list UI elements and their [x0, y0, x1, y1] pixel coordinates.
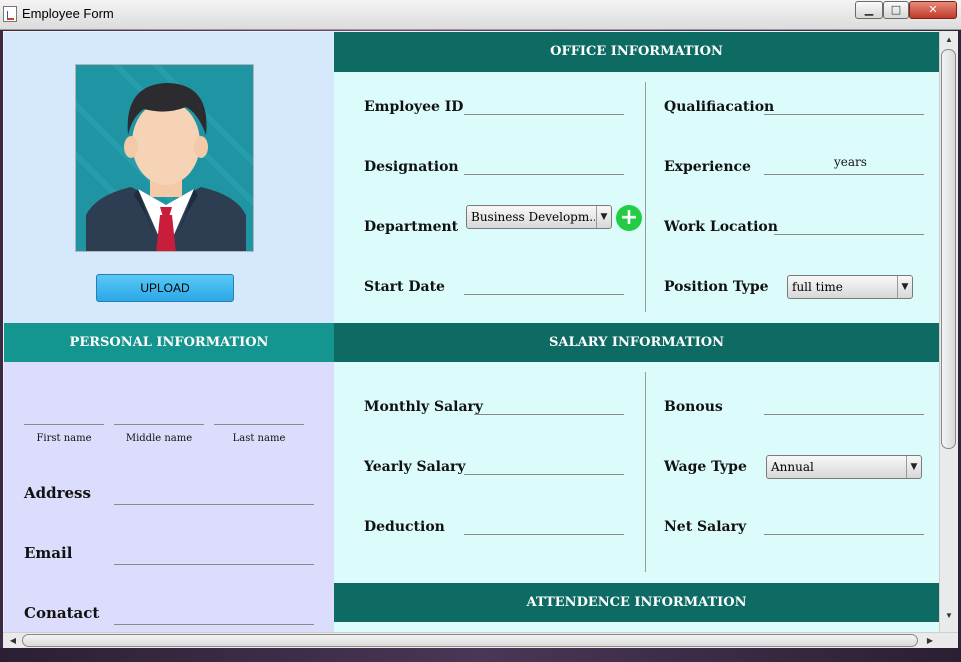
qualification-label: Qualifiacation [664, 99, 775, 115]
add-department-button[interactable]: + [616, 205, 642, 231]
deduction-field[interactable] [464, 534, 624, 535]
salary-information-panel: Monthly Salary Yearly Salary Deduction B… [334, 362, 939, 583]
scroll-up-icon[interactable]: ▲ [942, 33, 956, 47]
maximize-button[interactable]: □ [883, 1, 909, 19]
yearly-salary-label: Yearly Salary [364, 459, 466, 475]
chevron-down-icon: ▼ [596, 206, 611, 228]
employee-avatar-icon [75, 64, 254, 252]
wage-type-select[interactable]: Annual ▼ [766, 455, 922, 479]
contact-label: Conatact [24, 604, 100, 622]
deduction-label: Deduction [364, 519, 445, 535]
desktop-background-strip [0, 648, 961, 662]
attendance-information-header: ATTENDENCE INFORMATION [334, 583, 939, 622]
personal-information-panel: First name Middle name Last name Address… [4, 362, 334, 648]
photo-panel: UPLOAD [4, 32, 334, 323]
wage-type-select-value: Annual [771, 460, 814, 474]
employee-id-field[interactable] [464, 114, 624, 115]
scroll-left-icon[interactable]: ◀ [6, 634, 20, 648]
chevron-down-icon: ▼ [897, 276, 912, 298]
first-name-field[interactable] [24, 424, 104, 425]
vertical-scroll-thumb[interactable] [941, 49, 956, 449]
java-app-icon [3, 6, 17, 22]
start-date-label: Start Date [364, 279, 445, 295]
contact-field[interactable] [114, 624, 314, 625]
first-name-label: First name [36, 433, 92, 444]
personal-information-header: PERSONAL INFORMATION [4, 323, 334, 362]
address-field[interactable] [114, 504, 314, 505]
vertical-scrollbar[interactable]: ▲ ▼ [939, 31, 958, 632]
bonus-label: Bonous [664, 399, 723, 415]
last-name-field[interactable] [214, 424, 304, 425]
experience-unit-label: years [834, 155, 867, 169]
designation-field[interactable] [464, 174, 624, 175]
column-divider [645, 372, 646, 572]
last-name-label: Last name [232, 433, 286, 444]
work-location-field[interactable] [774, 234, 924, 235]
middle-name-label: Middle name [125, 433, 193, 444]
net-salary-field[interactable] [764, 534, 924, 535]
position-type-select-value: full time [792, 280, 843, 294]
horizontal-scroll-thumb[interactable] [22, 634, 918, 647]
monthly-salary-label: Monthly Salary [364, 399, 484, 415]
start-date-field[interactable] [464, 294, 624, 295]
office-information-header: OFFICE INFORMATION [334, 32, 939, 72]
experience-label: Experience [664, 159, 751, 175]
office-information-panel: Employee ID Designation Department Busin… [334, 72, 939, 323]
title-bar: Employee Form ▁ □ ✕ [0, 0, 961, 30]
wage-type-label: Wage Type [664, 459, 747, 475]
experience-field[interactable] [764, 174, 924, 175]
window-title: Employee Form [22, 6, 114, 21]
minimize-button[interactable]: ▁ [855, 1, 883, 19]
employee-id-label: Employee ID [364, 99, 464, 115]
form-client-area: UPLOAD PERSONAL INFORMATION OFFICE INFOR… [3, 31, 958, 648]
yearly-salary-field[interactable] [464, 474, 624, 475]
address-label: Address [24, 484, 91, 502]
position-type-label: Position Type [664, 279, 769, 295]
designation-label: Designation [364, 159, 459, 175]
horizontal-scrollbar[interactable]: ◀ ▶ [3, 632, 958, 648]
department-select-value: Business Developm... [471, 210, 595, 224]
email-label: Email [24, 544, 73, 562]
column-divider [645, 82, 646, 312]
department-label: Department [364, 219, 459, 235]
qualification-field[interactable] [764, 114, 924, 115]
scroll-down-icon[interactable]: ▼ [942, 609, 956, 623]
salary-information-header: SALARY INFORMATION [334, 323, 939, 362]
department-select[interactable]: Business Developm... ▼ [466, 205, 612, 229]
net-salary-label: Net Salary [664, 519, 747, 535]
position-type-select[interactable]: full time ▼ [787, 275, 913, 299]
scroll-right-icon[interactable]: ▶ [923, 634, 937, 648]
close-button[interactable]: ✕ [909, 1, 957, 19]
upload-button[interactable]: UPLOAD [96, 274, 234, 302]
monthly-salary-field[interactable] [474, 414, 624, 415]
middle-name-field[interactable] [114, 424, 204, 425]
work-location-label: Work Location [664, 219, 778, 235]
email-field[interactable] [114, 564, 314, 565]
chevron-down-icon: ▼ [906, 456, 921, 478]
bonus-field[interactable] [764, 414, 924, 415]
